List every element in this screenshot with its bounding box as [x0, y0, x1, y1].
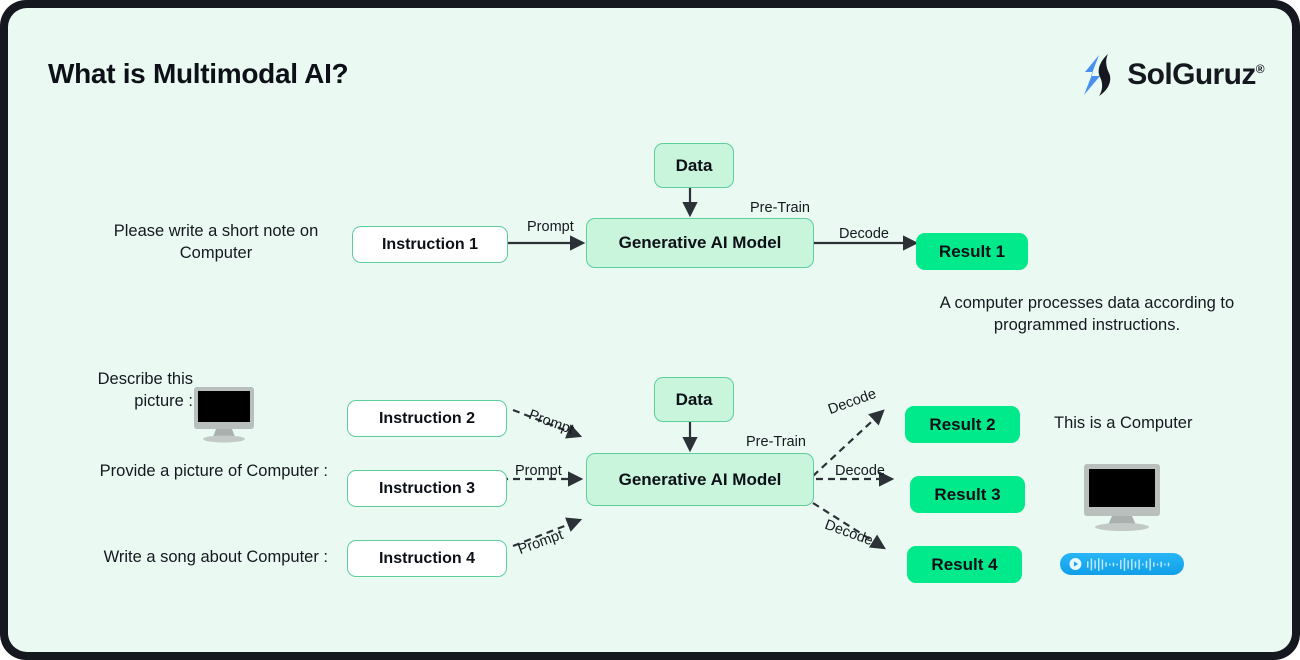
instruction-2-box[interactable]: Instruction 2 — [347, 400, 507, 437]
result-3-box[interactable]: Result 3 — [910, 476, 1025, 513]
instruction-1-box[interactable]: Instruction 1 — [352, 226, 508, 263]
generative-ai-model-box-row2[interactable]: Generative AI Model — [586, 453, 814, 506]
edge-label-pretrain-row2: Pre-Train — [746, 434, 806, 450]
result-1-caption: A computer processes data according to p… — [939, 294, 1235, 335]
page-title: What is Multimodal AI? — [48, 58, 349, 89]
result-1-box[interactable]: Result 1 — [916, 233, 1028, 270]
result-4-box[interactable]: Result 4 — [907, 546, 1022, 583]
play-icon[interactable] — [1069, 557, 1082, 571]
poster-canvas: What is Multimodal AI? SolGuruz® Please … — [8, 8, 1292, 652]
solguruz-logo-glyph — [1084, 54, 1111, 96]
edge-label-decode-row1: Decode — [839, 226, 889, 242]
monitor-icon-output — [1083, 463, 1161, 533]
row2-input-text-3: Write a song about Computer : — [103, 548, 328, 566]
edge-label-prompt-4: Prompt — [516, 527, 566, 559]
edge-label-decode-2: Decode — [826, 385, 879, 419]
instruction-4-box[interactable]: Instruction 4 — [347, 540, 507, 577]
edge-label-prompt-3: Prompt — [515, 463, 562, 479]
brand-logo: SolGuruz® — [1079, 52, 1265, 98]
generative-ai-model-box-row1[interactable]: Generative AI Model — [586, 218, 814, 268]
result-2-box[interactable]: Result 2 — [905, 406, 1020, 443]
data-box-row2[interactable]: Data — [654, 377, 734, 422]
row2-answer-text: This is a Computer — [1054, 414, 1193, 432]
row2-input-text-2: Provide a picture of Computer : — [99, 462, 328, 480]
edge-label-pretrain-row1: Pre-Train — [750, 200, 810, 216]
monitor-icon — [1084, 464, 1160, 531]
instruction-3-box[interactable]: Instruction 3 — [347, 470, 507, 507]
row1-prompt-text: Please write a short note on Computer — [113, 222, 319, 263]
waveform-icon — [1086, 557, 1170, 571]
edge-label-prompt-2: Prompt — [526, 407, 576, 439]
edge-label-decode-3: Decode — [835, 463, 885, 479]
edge-label-decode-4: Decode — [822, 517, 875, 550]
data-box-row1[interactable]: Data — [654, 143, 734, 188]
solguruz-logo-icon — [1079, 52, 1121, 98]
monitor-icon-input — [193, 386, 255, 444]
logo-wordmark: SolGuruz® — [1127, 58, 1264, 92]
poster-frame: What is Multimodal AI? SolGuruz® Please … — [0, 0, 1300, 660]
monitor-icon — [194, 387, 254, 443]
audio-player[interactable] — [1060, 553, 1184, 575]
registered-mark: ® — [1255, 62, 1265, 76]
edge-label-prompt-row1: Prompt — [527, 219, 574, 235]
row2-input-text-1: Describe this picture : — [97, 370, 193, 411]
logo-text: SolGuruz — [1127, 58, 1256, 91]
